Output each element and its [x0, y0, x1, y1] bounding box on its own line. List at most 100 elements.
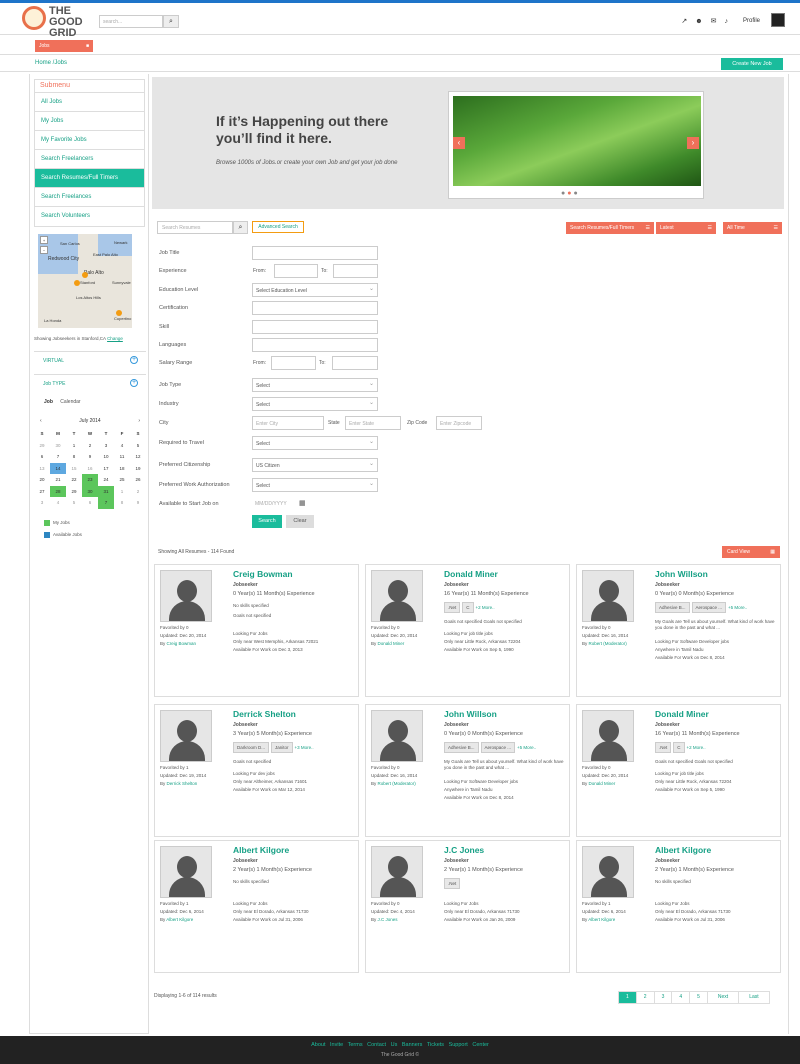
skill-chip[interactable]: Aerospace ... [480, 742, 516, 753]
profile-photo[interactable] [160, 710, 212, 762]
candidate-name[interactable]: Derrick Shelton [233, 709, 296, 719]
candidate-name[interactable]: Albert Kilgore [233, 845, 289, 855]
posted-by-link[interactable]: Robert (Moderator) [378, 781, 416, 786]
header-search-input[interactable]: search... [99, 15, 163, 28]
profile-photo[interactable] [160, 846, 212, 898]
more-skills-link[interactable]: +3 More.. [295, 745, 314, 750]
zip-input[interactable]: Enter Zipcode [436, 416, 482, 430]
calendar-day[interactable]: 17 [98, 463, 114, 475]
avatar[interactable] [771, 13, 785, 27]
candidate-name[interactable]: John Willson [655, 569, 708, 579]
map-pin-icon[interactable] [116, 310, 122, 316]
filter-time-dropdown[interactable]: All Time ☰ [723, 222, 782, 234]
skill-chip[interactable]: Janitor [271, 742, 293, 753]
create-job-button[interactable]: Create New Job [721, 58, 783, 70]
calendar-day[interactable]: 25 [114, 474, 130, 486]
sidebar-item-search-freelancers[interactable]: Search Freelancers [35, 150, 144, 169]
footer-link[interactable]: Contact Us [367, 1042, 397, 1048]
page-link[interactable]: Next [706, 991, 740, 1004]
calendar-day[interactable]: 24 [98, 474, 114, 486]
sidebar-item-search-freelances[interactable]: Search Freelances [35, 188, 144, 207]
certification-input[interactable] [252, 301, 378, 315]
candidate-name[interactable]: Donald Miner [655, 709, 709, 719]
calendar-day[interactable]: 4 [114, 440, 130, 452]
calendar-day[interactable]: 29 [66, 486, 82, 498]
posted-by-link[interactable]: Derrick Shelton [167, 781, 198, 786]
industry-select[interactable]: Select [252, 397, 378, 411]
resume-search-input[interactable]: Search Resumes [157, 221, 233, 234]
calendar-day[interactable]: 30 [50, 440, 66, 452]
next-month-icon[interactable]: › [138, 414, 140, 428]
search-button[interactable]: Search [252, 515, 282, 528]
skill-chip[interactable]: Adhesive B... [444, 742, 479, 753]
bell-icon[interactable]: ♪ [725, 18, 737, 25]
logo[interactable]: THE GOOD GRID [22, 5, 92, 39]
profile-photo[interactable] [582, 710, 634, 762]
start-date-input[interactable]: MM/DD/YYYY [252, 497, 298, 511]
slider-dots[interactable]: ●●● [561, 190, 580, 197]
resume-card[interactable]: J.C Jones Jobseeker 2 Year(s) 1 Month(s) E… [365, 840, 570, 973]
calendar-day[interactable]: 5 [66, 497, 82, 509]
calendar-day[interactable]: 6 [82, 497, 98, 509]
footer-link[interactable]: Terms [348, 1042, 363, 1048]
skill-input[interactable] [252, 320, 378, 334]
salary-from-input[interactable] [271, 356, 316, 370]
calendar-day[interactable]: 8 [114, 497, 130, 509]
calendar-day[interactable]: 23 [82, 474, 98, 486]
calendar-day[interactable]: 5 [130, 440, 146, 452]
education-select[interactable]: Select Education Level [252, 283, 378, 297]
calendar-day[interactable]: 16 [82, 463, 98, 475]
skill-chip[interactable]: C [462, 602, 474, 613]
profile-photo[interactable] [371, 710, 423, 762]
mail-icon[interactable]: ✉ [711, 18, 725, 25]
footer-link[interactable]: Tickets [427, 1042, 444, 1048]
posted-by-link[interactable]: Robert (Moderator) [589, 641, 627, 646]
skill-chip[interactable]: .Net [655, 742, 672, 753]
more-skills-link[interactable]: +2 More.. [476, 605, 495, 610]
resume-card[interactable]: Derrick Shelton Jobseeker 3 Year(s) 5 Mont… [154, 704, 359, 837]
state-input[interactable]: Enter State [345, 416, 401, 430]
travel-select[interactable]: Select [252, 436, 378, 450]
calendar-day[interactable]: 1 [66, 440, 82, 452]
sidebar-item-my-jobs[interactable]: My Jobs [35, 112, 144, 131]
profile-photo[interactable] [582, 570, 634, 622]
zoom-out-button[interactable]: − [40, 246, 48, 254]
skill-chip[interactable]: .Net [444, 602, 461, 613]
calendar-day[interactable]: 9 [130, 497, 146, 509]
calendar-day[interactable]: 4 [50, 497, 66, 509]
posted-by-link[interactable]: Albert Kilgore [588, 917, 615, 922]
posted-by-link[interactable]: J.C Jones [378, 917, 398, 922]
candidate-name[interactable]: Albert Kilgore [655, 845, 711, 855]
calendar-day[interactable]: 6 [34, 451, 50, 463]
map-pin-icon[interactable] [82, 272, 88, 278]
breadcrumb-text[interactable]: Home /Jobs [35, 60, 67, 66]
salary-to-input[interactable] [332, 356, 378, 370]
calendar-day[interactable]: 19 [130, 463, 146, 475]
calendar-day[interactable]: 21 [50, 474, 66, 486]
profile-photo[interactable] [582, 846, 634, 898]
slider-prev-icon[interactable]: ‹ [453, 137, 465, 149]
experience-to-input[interactable] [333, 264, 378, 278]
page-link[interactable]: 4 [671, 991, 691, 1004]
posted-by-link[interactable]: Creig Bowman [167, 641, 197, 646]
calendar-day[interactable]: 29 [34, 440, 50, 452]
calendar-day[interactable]: 27 [34, 486, 50, 498]
sidebar-item-search-resumes[interactable]: Search Resumes/Full Timers [35, 169, 144, 188]
job-title-input[interactable] [252, 246, 378, 260]
footer-link[interactable]: Support Center [449, 1042, 489, 1048]
city-input[interactable]: Enter City [252, 416, 324, 430]
calendar-day[interactable]: 20 [34, 474, 50, 486]
filter-resumes-dropdown[interactable]: Search Resumes/Full Timers ☰ [566, 222, 654, 234]
page-link[interactable]: Last [738, 991, 770, 1004]
calendar-day[interactable]: 14 [50, 462, 66, 474]
location-map[interactable]: + − San Carlos Redwood City Palo Alto St… [38, 234, 132, 328]
page-link[interactable]: 1 [618, 991, 637, 1004]
plus-icon[interactable]: + [130, 379, 138, 387]
footer-link[interactable]: Banners [402, 1042, 423, 1048]
candidate-name[interactable]: John Willson [444, 709, 497, 719]
card-view-toggle[interactable]: Card View ▦ [722, 546, 780, 558]
languages-input[interactable] [252, 338, 378, 352]
candidate-name[interactable]: Creig Bowman [233, 569, 293, 579]
experience-from-input[interactable] [274, 264, 318, 278]
page-link[interactable]: 2 [635, 991, 655, 1004]
